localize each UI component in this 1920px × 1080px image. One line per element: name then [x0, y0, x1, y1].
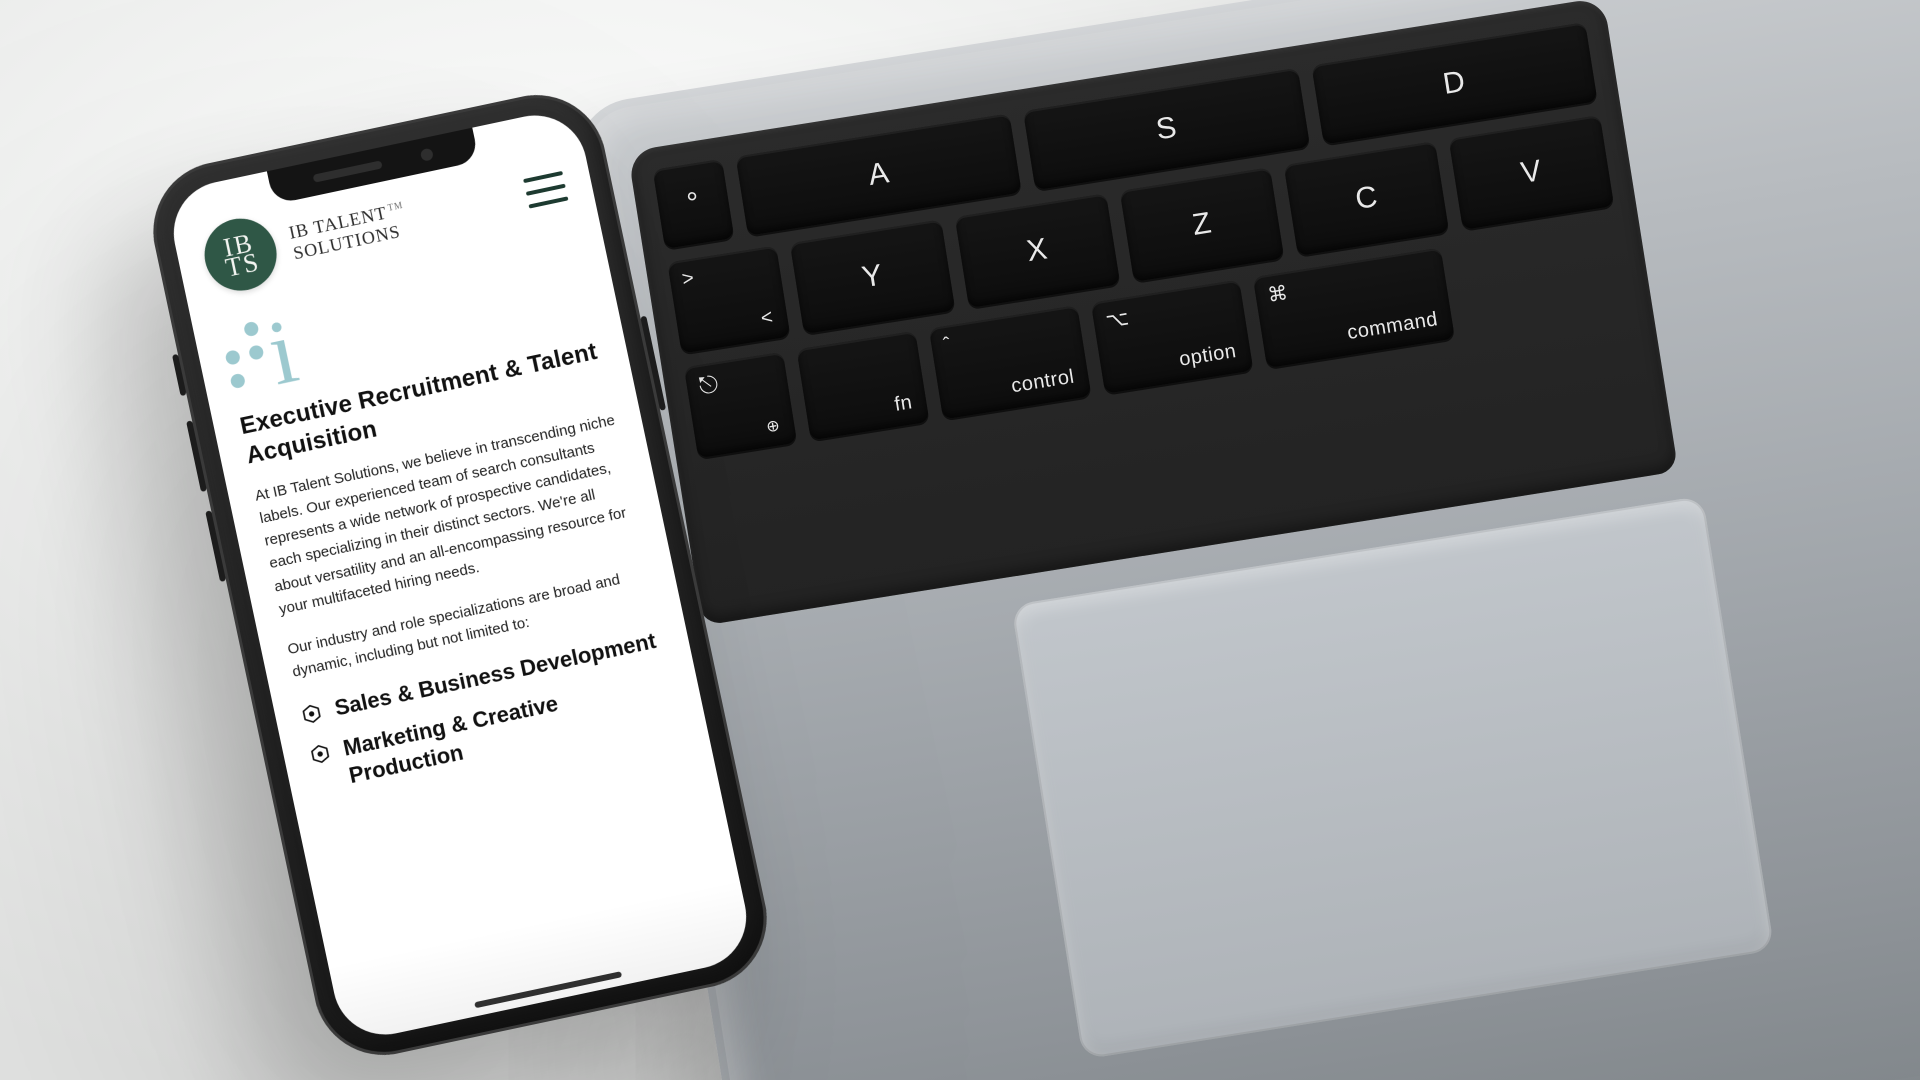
dots-icon [219, 320, 270, 394]
key-d[interactable]: D [1311, 22, 1597, 144]
key-row-top: ° A S D [653, 22, 1598, 249]
key-z[interactable]: Z [1119, 167, 1284, 282]
key-degree[interactable]: ° [653, 159, 735, 249]
key-y[interactable]: Y [790, 219, 955, 334]
brand[interactable]: IB TS IB TALENTTM SOLUTIONS [198, 184, 414, 297]
key-row-mid: >< Y X Z C V [667, 115, 1614, 354]
key-option[interactable]: ⌥ option [1091, 280, 1254, 394]
key-c[interactable]: C [1284, 141, 1449, 256]
brand-logo-text-bottom: TS [223, 249, 262, 282]
phone-speaker [313, 160, 383, 182]
key-v[interactable]: V [1449, 115, 1614, 230]
laptop-trackpad[interactable] [1011, 496, 1774, 1060]
key-fn[interactable]: fn [797, 331, 930, 441]
hamburger-icon [523, 171, 563, 183]
key-row-mods: ⎋ ⊕ fn ˆ control ⌥ option ⌘ command [684, 220, 1631, 459]
desk-scene: ° A S D >< Y X Z C V ⎋ [0, 0, 1920, 1080]
key-escape[interactable]: ⎋ ⊕ [684, 352, 797, 459]
key-angle[interactable]: >< [667, 246, 790, 354]
laptop-body: ° A S D >< Y X Z C V ⎋ [568, 0, 1920, 1080]
menu-button[interactable] [523, 171, 568, 209]
brand-name: IB TALENTTM SOLUTIONS [287, 199, 410, 264]
key-a[interactable]: A [736, 113, 1022, 235]
hexagon-icon [300, 702, 324, 726]
trademark-symbol: TM [387, 200, 404, 213]
hexagon-icon [308, 742, 332, 766]
brand-logo: IB TS [198, 212, 283, 297]
laptop: ° A S D >< Y X Z C V ⎋ [568, 0, 1920, 1080]
key-x[interactable]: X [955, 193, 1120, 308]
phone-front-camera [420, 148, 434, 162]
key-command[interactable]: ⌘ command [1253, 248, 1455, 369]
key-s[interactable]: S [1023, 68, 1309, 190]
key-control[interactable]: ˆ control [929, 305, 1092, 419]
laptop-keyboard: ° A S D >< Y X Z C V ⎋ [627, 0, 1678, 626]
